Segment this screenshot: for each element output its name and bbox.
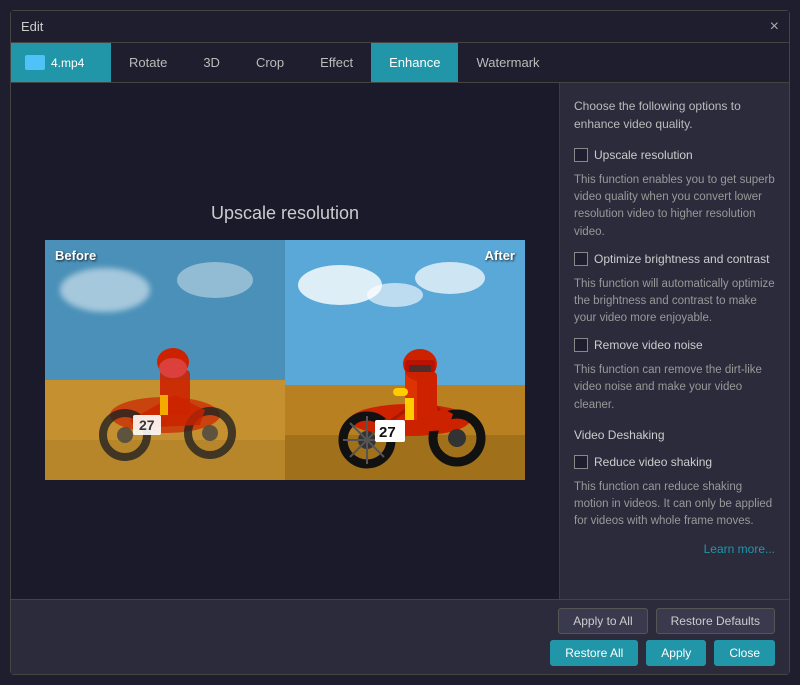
panel-intro: Choose the following options to enhance … bbox=[574, 97, 775, 133]
noise-option-row: Remove video noise bbox=[574, 337, 775, 354]
title-bar: Edit × bbox=[11, 11, 789, 43]
restore-all-button[interactable]: Restore All bbox=[550, 640, 638, 666]
brightness-option-row: Optimize brightness and contrast bbox=[574, 251, 775, 268]
noise-checkbox[interactable] bbox=[574, 338, 588, 352]
main-content: Upscale resolution Before bbox=[11, 83, 789, 599]
upscale-label: Upscale resolution bbox=[594, 147, 693, 164]
after-image: 27 bbox=[285, 240, 525, 480]
after-image-container: After bbox=[285, 240, 525, 480]
dialog-title: Edit bbox=[21, 19, 43, 34]
tab-enhance[interactable]: Enhance bbox=[371, 43, 458, 82]
close-button[interactable]: Close bbox=[714, 640, 775, 666]
bottom-row: Restore All Apply Close bbox=[25, 640, 775, 666]
tab-rotate[interactable]: Rotate bbox=[111, 43, 185, 82]
apply-button[interactable]: Apply bbox=[646, 640, 706, 666]
file-tab[interactable]: 4.mp4 bbox=[11, 43, 111, 82]
after-label: After bbox=[485, 248, 515, 263]
video-file-icon bbox=[25, 55, 45, 70]
brightness-checkbox[interactable] bbox=[574, 252, 588, 266]
before-image: 27 bbox=[45, 240, 285, 480]
edit-dialog: Edit × 4.mp4 Rotate 3D Crop Effect Enhan… bbox=[10, 10, 790, 675]
svg-text:27: 27 bbox=[139, 417, 155, 433]
tabs-row: 4.mp4 Rotate 3D Crop Effect Enhance Wate… bbox=[11, 43, 789, 83]
restore-defaults-button[interactable]: Restore Defaults bbox=[656, 608, 775, 634]
before-label: Before bbox=[55, 248, 96, 263]
tab-watermark[interactable]: Watermark bbox=[458, 43, 557, 82]
learn-more-link[interactable]: Learn more... bbox=[574, 542, 775, 556]
brightness-desc: This function will automatically optimiz… bbox=[574, 276, 775, 328]
apply-to-all-button[interactable]: Apply to All bbox=[558, 608, 647, 634]
close-icon[interactable]: × bbox=[770, 19, 779, 35]
deshake-option-row: Reduce video shaking bbox=[574, 454, 775, 471]
file-tab-label: 4.mp4 bbox=[51, 56, 84, 70]
tab-crop[interactable]: Crop bbox=[238, 43, 302, 82]
before-image-container: Before bbox=[45, 240, 285, 480]
deshake-desc: This function can reduce shaking motion … bbox=[574, 479, 775, 531]
noise-desc: This function can remove the dirt-like v… bbox=[574, 362, 775, 414]
noise-label: Remove video noise bbox=[594, 337, 703, 354]
tab-effect[interactable]: Effect bbox=[302, 43, 371, 82]
deshaking-section-header: Video Deshaking bbox=[574, 428, 775, 442]
bottom-bar: Apply to All Restore Defaults Restore Al… bbox=[11, 599, 789, 674]
deshake-checkbox[interactable] bbox=[574, 455, 588, 469]
upscale-checkbox[interactable] bbox=[574, 148, 588, 162]
tab-3d[interactable]: 3D bbox=[185, 43, 238, 82]
svg-text:27: 27 bbox=[379, 424, 396, 441]
preview-title: Upscale resolution bbox=[211, 203, 359, 224]
deshake-label: Reduce video shaking bbox=[594, 454, 712, 471]
preview-images: Before bbox=[45, 240, 525, 480]
upscale-desc: This function enables you to get superb … bbox=[574, 172, 775, 241]
upscale-option-row: Upscale resolution bbox=[574, 147, 775, 164]
preview-area: Upscale resolution Before bbox=[11, 83, 559, 599]
right-panel: Choose the following options to enhance … bbox=[559, 83, 789, 599]
apply-row: Apply to All Restore Defaults bbox=[25, 608, 775, 634]
brightness-label: Optimize brightness and contrast bbox=[594, 251, 769, 268]
